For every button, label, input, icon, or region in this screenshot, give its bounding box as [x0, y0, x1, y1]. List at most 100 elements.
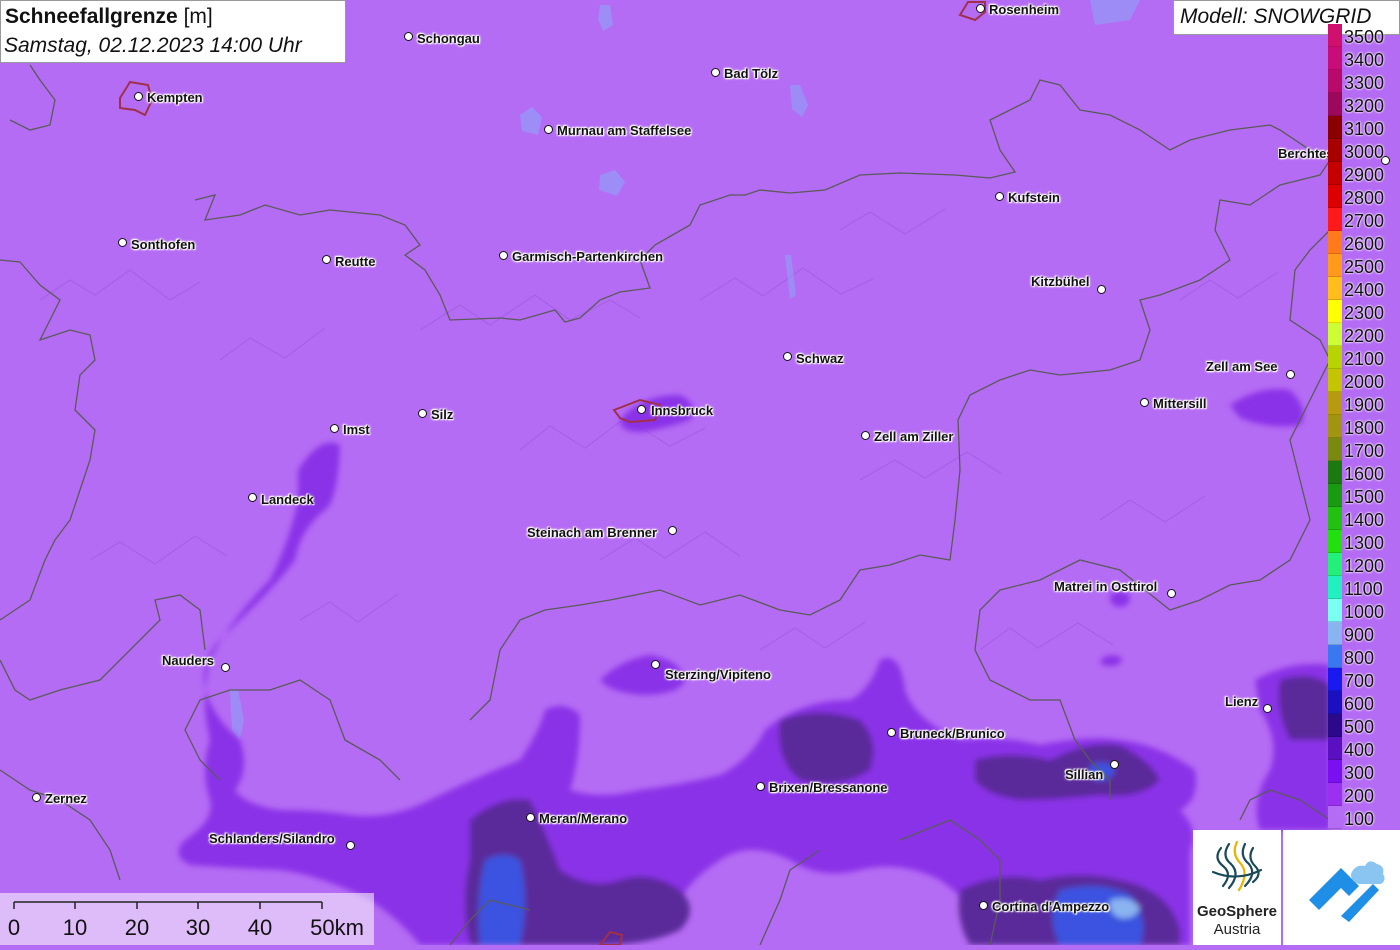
snowfall-line-map	[0, 0, 1400, 945]
city-label-nauders: Nauders	[162, 653, 215, 668]
legend-label: 600	[1344, 694, 1375, 714]
legend-row: 2500	[1328, 254, 1400, 277]
title-box: Schneefallgrenze [m] Samstag, 02.12.2023…	[0, 0, 346, 63]
legend-row: 1300	[1328, 530, 1400, 553]
city-label-zell-am-ziller: Zell am Ziller	[874, 429, 954, 444]
legend-label: 3100	[1344, 119, 1385, 139]
legend-label: 2700	[1344, 211, 1385, 231]
legend-row: 500	[1328, 714, 1400, 737]
legend-label: 1500	[1344, 487, 1385, 507]
legend-row: 1100	[1328, 576, 1400, 599]
legend-row: 400	[1328, 737, 1400, 760]
legend-label: 3200	[1344, 96, 1385, 116]
city-label-matrei: Matrei in Osttirol	[1054, 579, 1158, 594]
city-label-schwaz: Schwaz	[796, 351, 844, 366]
city-dot-landeck	[248, 493, 257, 502]
city-label-zell-am-see: Zell am See	[1206, 359, 1278, 374]
title-text: Schneefallgrenze	[5, 5, 178, 28]
city-dot-sterzing	[651, 660, 660, 669]
legend-label: 2600	[1344, 234, 1385, 254]
legend-label: 2500	[1344, 257, 1385, 277]
legend-row: 1700	[1328, 438, 1400, 461]
city-label-rosenheim: Rosenheim	[989, 2, 1060, 17]
legend-label: 1900	[1344, 395, 1385, 415]
city-dot-cortina	[979, 901, 988, 910]
legend-label: 900	[1344, 625, 1375, 645]
city-label-kitzbuehel: Kitzbühel	[1031, 274, 1090, 289]
legend-row: 2800	[1328, 185, 1400, 208]
city-dot-zell-am-see	[1286, 370, 1295, 379]
title-unit: [m]	[183, 5, 213, 28]
legend-swatch	[1328, 806, 1342, 829]
city-label-meran: Meran/Merano	[539, 811, 628, 826]
legend-row: 2600	[1328, 231, 1400, 254]
city-label-berchtesgaden: Berchtesgaden	[1278, 146, 1328, 161]
scale-tick-label: 30	[186, 915, 210, 940]
scale-tick-label: 50km	[310, 915, 364, 940]
city-dot-zell-am-ziller	[861, 431, 870, 440]
legend-swatch	[1328, 599, 1342, 622]
map-title: Schneefallgrenze [m]	[5, 5, 213, 29]
legend-swatch	[1328, 93, 1342, 116]
legend-swatch	[1328, 346, 1342, 369]
legend-swatch	[1328, 185, 1342, 208]
city-label-reutte: Reutte	[335, 254, 376, 269]
city-label-landeck: Landeck	[261, 492, 314, 507]
city-label-sonthofen: Sonthofen	[131, 237, 196, 252]
snowgrid-logo[interactable]	[1283, 830, 1400, 945]
legend-label: 3300	[1344, 73, 1385, 93]
legend-swatch	[1328, 139, 1342, 162]
city-dot-innsbruck	[637, 405, 646, 414]
scale-tick-label: 0	[8, 915, 20, 940]
legend-row: 3100	[1328, 116, 1400, 139]
legend-swatch	[1328, 438, 1342, 461]
legend-row: 2400	[1328, 277, 1400, 300]
legend-swatch	[1328, 691, 1342, 714]
legend-swatch	[1328, 415, 1342, 438]
city-label-kufstein: Kufstein	[1008, 190, 1060, 205]
legend-label: 1700	[1344, 441, 1385, 461]
legend-swatch	[1328, 277, 1342, 300]
legend-swatch	[1328, 70, 1342, 93]
legend-row: 3200	[1328, 93, 1400, 116]
city-dot-meran	[526, 813, 535, 822]
legend-row: 2200	[1328, 323, 1400, 346]
city-dot-schlanders	[346, 841, 355, 850]
city-label-kempten: Kempten	[147, 90, 203, 105]
city-dot-murnau	[544, 125, 553, 134]
city-dot-bruneck	[887, 728, 896, 737]
city-label-silz: Silz	[431, 407, 454, 422]
legend-swatch	[1328, 576, 1342, 599]
city-dot-silz	[418, 409, 427, 418]
legend-row: 2700	[1328, 208, 1400, 231]
legend-row: 300	[1328, 760, 1400, 783]
city-dot-zernez	[32, 793, 41, 802]
legend-row: 900	[1328, 622, 1400, 645]
legend-swatch	[1328, 760, 1342, 783]
legend-label: 2300	[1344, 303, 1385, 323]
legend-label: 1400	[1344, 510, 1385, 530]
legend-row: 2100	[1328, 346, 1400, 369]
city-dot-bad-toelz	[711, 68, 720, 77]
city-dot-mittersill	[1140, 398, 1149, 407]
legend-swatch	[1328, 300, 1342, 323]
legend-swatch	[1328, 530, 1342, 553]
legend-swatch	[1328, 714, 1342, 737]
legend-row: 1800	[1328, 415, 1400, 438]
legend-label: 1000	[1344, 602, 1385, 622]
legend-row: 1400	[1328, 507, 1400, 530]
legend-swatch	[1328, 507, 1342, 530]
city-dot-garmisch	[499, 251, 508, 260]
scale-tick-label: 20	[125, 915, 149, 940]
legend-swatch	[1328, 254, 1342, 277]
legend-label: 1600	[1344, 464, 1385, 484]
legend-swatch	[1328, 461, 1342, 484]
legend-row: 700	[1328, 668, 1400, 691]
legend-row: 1200	[1328, 553, 1400, 576]
geosphere-logo-text: GeoSphere	[1196, 903, 1278, 920]
city-label-brixen: Brixen/Bressanone	[769, 780, 888, 795]
city-label-schlanders: Schlanders/Silandro	[209, 831, 335, 846]
city-label-zernez: Zernez	[45, 791, 87, 806]
geosphere-austria-logo[interactable]: GeoSphere Austria	[1193, 830, 1281, 945]
legend-row: 200	[1328, 783, 1400, 806]
